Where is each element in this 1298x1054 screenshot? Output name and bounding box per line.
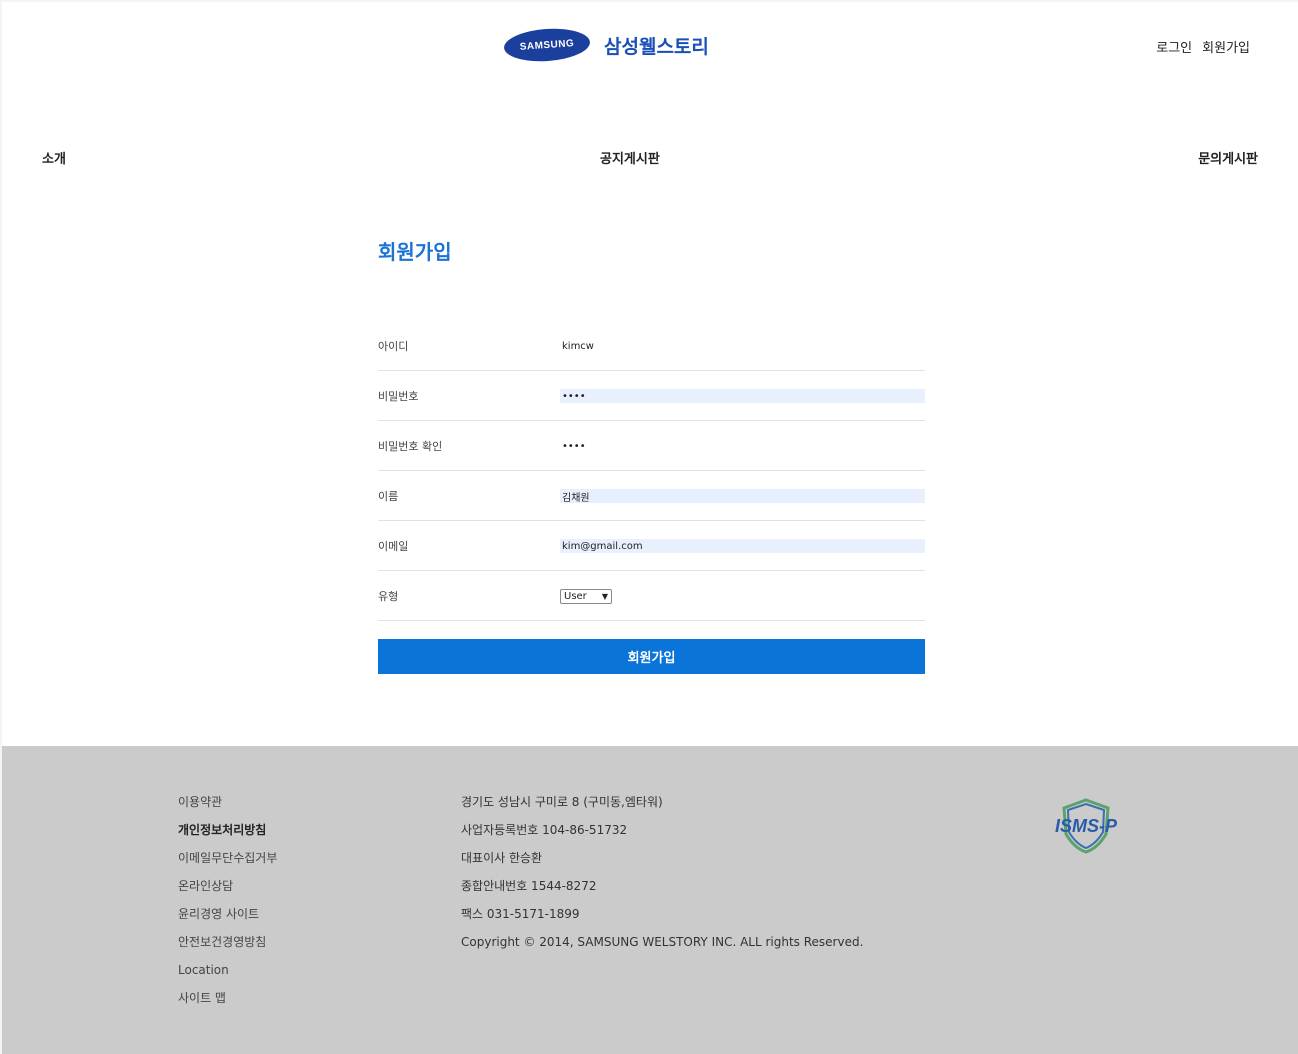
footer-fax: 팩스 031-5171-1899 (461, 907, 580, 921)
email-input[interactable]: kim@gmail.com (560, 539, 925, 553)
footer-phone: 종합안내번호 1544-8272 (461, 879, 597, 893)
footer-link-safety[interactable]: 안전보건경영방침 (178, 934, 277, 962)
samsung-logo: SAMSUNG (502, 26, 592, 64)
footer-links: 이용약관 개인정보처리방침 이메일무단수집거부 온라인상담 윤리경영 사이트 안… (178, 794, 277, 1018)
isms-p-badge-text: ISMS-P (1055, 816, 1118, 836)
page-title: 회원가입 (378, 240, 452, 264)
footer-ceo: 대표이사 한승환 (461, 851, 543, 865)
footer-link-email-refusal[interactable]: 이메일무단수집거부 (178, 850, 277, 878)
form-row-type: 유형 User ▼ (378, 572, 925, 621)
form-row-password-confirm: 비밀번호 확인 •••• (378, 422, 925, 471)
samsung-logo-text: SAMSUNG (519, 37, 575, 53)
brand-name: 삼성웰스토리 (604, 35, 709, 58)
login-link[interactable]: 로그인 (1156, 37, 1192, 56)
page: SAMSUNG 삼성웰스토리 로그인 회원가입 소개 공지게시판 문의게시판 회… (2, 2, 1298, 1054)
footer-link-terms[interactable]: 이용약관 (178, 794, 277, 822)
email-label: 이메일 (378, 540, 409, 553)
auth-links: 로그인 회원가입 (1156, 37, 1250, 56)
footer-company-info: 경기도 성남시 구미로 8 (구미동,엠타워) 사업자등록번호 104-86-5… (461, 794, 863, 962)
type-select-value: User (564, 590, 587, 602)
id-input[interactable]: kimcw (560, 339, 925, 353)
nav-inquiry-board[interactable]: 문의게시판 (1198, 148, 1258, 167)
name-label: 이름 (378, 490, 399, 503)
password-input[interactable]: •••• (560, 389, 925, 403)
footer-link-location[interactable]: Location (178, 962, 277, 990)
footer-link-ethics[interactable]: 윤리경영 사이트 (178, 906, 277, 934)
form-row-password: 비밀번호 •••• (378, 372, 925, 421)
nav-notice-board[interactable]: 공지게시판 (600, 148, 660, 167)
signup-submit-button[interactable]: 회원가입 (378, 639, 925, 674)
form-row-id: 아이디 kimcw (378, 322, 925, 371)
brand-logo[interactable]: SAMSUNG 삼성웰스토리 (502, 26, 709, 64)
form-row-name: 이름 김채원 (378, 472, 925, 521)
type-select[interactable]: User ▼ (560, 588, 612, 604)
footer-link-online-consult[interactable]: 온라인상담 (178, 878, 277, 906)
isms-p-badge-icon: ISMS-P (1055, 798, 1118, 854)
chevron-down-icon: ▼ (601, 591, 608, 601)
signup-link[interactable]: 회원가입 (1202, 37, 1250, 56)
footer: 이용약관 개인정보처리방침 이메일무단수집거부 온라인상담 윤리경영 사이트 안… (2, 746, 1298, 1054)
password-confirm-input[interactable]: •••• (560, 439, 925, 453)
footer-business-number: 사업자등록번호 104-86-51732 (461, 823, 628, 837)
name-input[interactable]: 김채원 (560, 489, 925, 504)
type-label: 유형 (378, 590, 399, 603)
footer-copyright: Copyright © 2014, SAMSUNG WELSTORY INC. … (461, 935, 864, 949)
footer-address: 경기도 성남시 구미로 8 (구미동,엠타워) (461, 795, 663, 809)
footer-link-sitemap[interactable]: 사이트 맵 (178, 990, 277, 1018)
signup-form: 아이디 kimcw 비밀번호 •••• 비밀번호 확인 •••• 이름 김채원 … (378, 322, 925, 674)
password-confirm-label: 비밀번호 확인 (378, 440, 443, 453)
id-label: 아이디 (378, 340, 409, 353)
form-row-email: 이메일 kim@gmail.com (378, 522, 925, 571)
nav-intro[interactable]: 소개 (42, 148, 66, 167)
password-label: 비밀번호 (378, 390, 419, 403)
footer-link-privacy[interactable]: 개인정보처리방침 (178, 822, 277, 850)
